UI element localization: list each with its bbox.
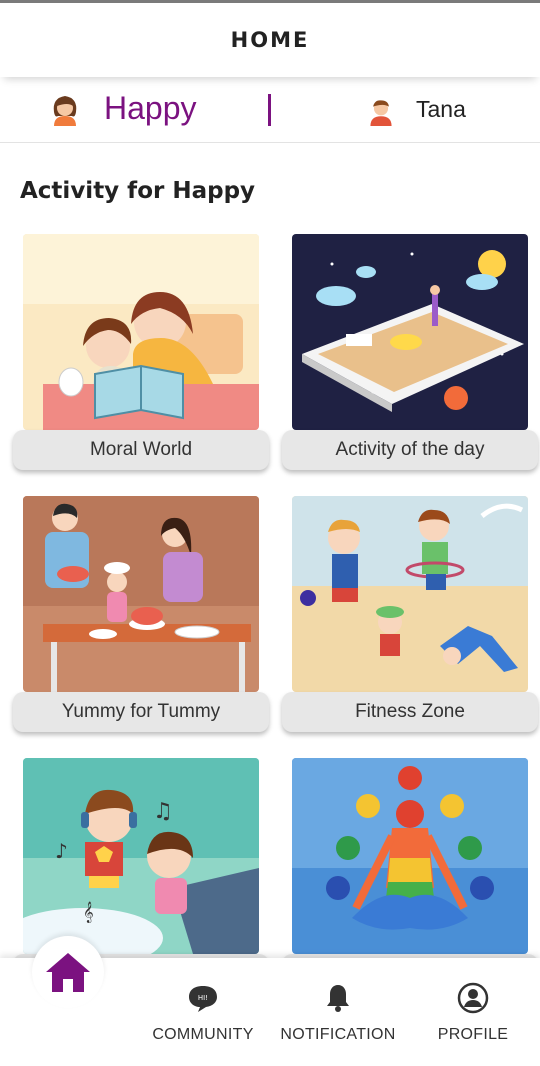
activity-card-moral-world[interactable]: Moral World [13,234,271,470]
nav-label: NOTIFICATION [280,1026,396,1043]
activity-card-yummy-for-tummy[interactable]: Yummy for Tummy [13,496,271,732]
nav-home-button[interactable] [32,936,104,1008]
mother-avatar-icon[interactable] [48,92,82,126]
selected-mood[interactable]: Happy [104,90,197,127]
moral-world-image [23,234,259,430]
fitness-zone-image [292,496,528,692]
nav-label: COMMUNITY [152,1026,254,1043]
svg-text:HI!: HI! [198,994,208,1002]
activity-label: Moral World [13,430,269,470]
page-title: HOME [230,28,310,52]
bell-icon [322,982,354,1014]
user-bar: Happy Tana [0,78,540,143]
chat-bubble-icon: HI! [187,982,219,1014]
bottom-navigation: HI! COMMUNITY NOTIFICATION PROFILE [0,936,540,1066]
svg-text:♪: ♪ [55,839,68,863]
child-avatar-icon[interactable] [366,96,396,126]
activity-of-the-day-image [292,234,528,430]
profile-icon [457,982,489,1014]
activity-label: Fitness Zone [282,692,538,732]
activity-grid: Moral World Activity of the day Yummy fo… [0,234,540,958]
nav-community-button[interactable]: HI! COMMUNITY [138,982,268,1052]
nav-label: PROFILE [437,1026,509,1043]
activity-label: Yummy for Tummy [13,692,269,732]
section-title: Activity for Happy [20,178,256,204]
app-header: HOME [0,3,540,77]
activity-label: Activity of the day [282,430,538,470]
activity-card-activity-of-the-day[interactable]: Activity of the day [282,234,540,470]
yoga-chakra-image [292,758,528,954]
svg-text:𝄞: 𝄞 [83,902,94,923]
home-icon [46,953,90,992]
child-name[interactable]: Tana [416,96,466,123]
userbar-divider [268,94,271,126]
nav-notification-button[interactable]: NOTIFICATION [273,982,403,1052]
activity-card-music[interactable]: ♫ ♪ 𝄞 [13,758,271,958]
activity-card-yoga[interactable] [282,758,540,958]
activity-card-fitness-zone[interactable]: Fitness Zone [282,496,540,732]
yummy-for-tummy-image [23,496,259,692]
nav-profile-button[interactable]: PROFILE [408,982,538,1052]
svg-text:♫: ♫ [153,799,173,824]
music-activity-image: ♫ ♪ 𝄞 [23,758,259,954]
